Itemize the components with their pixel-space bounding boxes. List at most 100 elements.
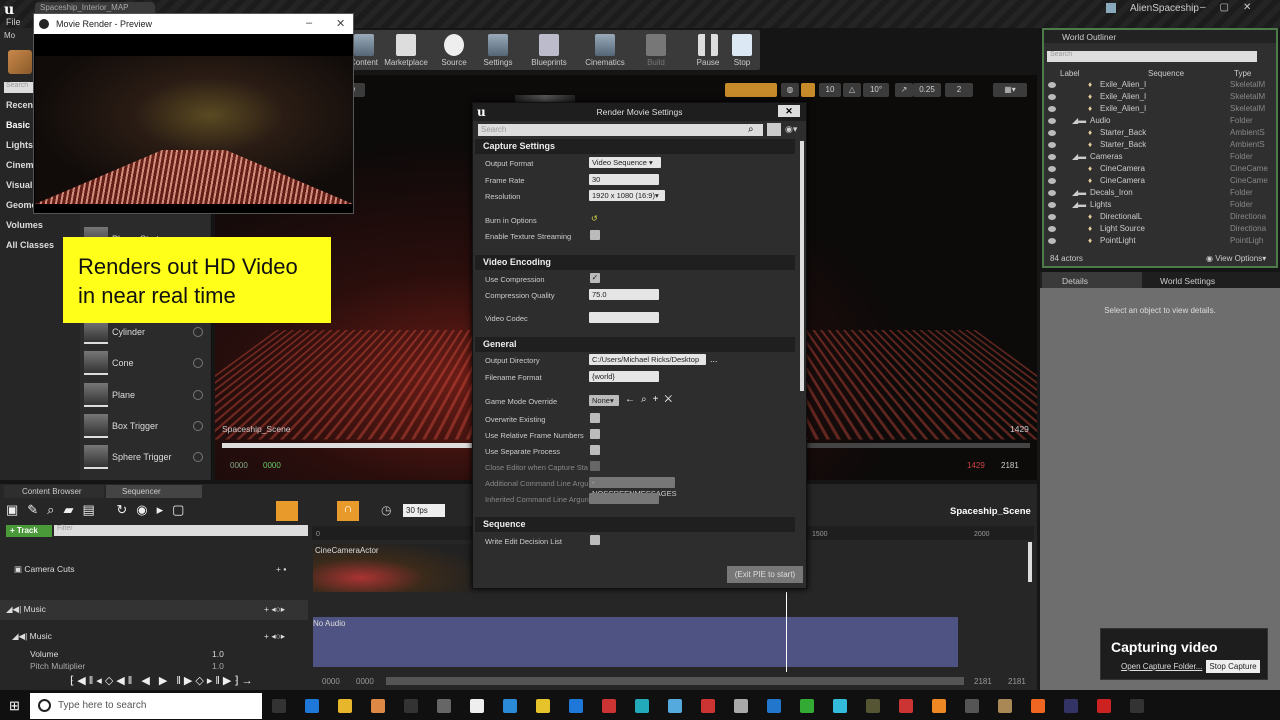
visibility-eye-icon[interactable]: [1048, 214, 1056, 220]
build-button[interactable]: Build: [642, 30, 670, 70]
minimize-button[interactable]: –: [306, 17, 312, 29]
outliner-row[interactable]: ♦ Exile_Alien_I SkeletalM: [1044, 92, 1274, 104]
edl-checkbox[interactable]: [590, 535, 600, 545]
output-directory-input[interactable]: C:/Users/Michael Ricks/Desktop: [589, 354, 706, 365]
world-local-icon[interactable]: ◍: [781, 83, 799, 97]
taskbar-app-icon[interactable]: [1064, 699, 1078, 713]
outliner-row[interactable]: ♦ Light Source Directiona: [1044, 224, 1274, 236]
grid-snap-toggle[interactable]: [801, 83, 815, 97]
track-filter[interactable]: Filter: [54, 525, 308, 536]
visibility-eye-icon[interactable]: [1048, 202, 1056, 208]
visibility-eye-icon[interactable]: [1048, 130, 1056, 136]
help-icon[interactable]: [193, 421, 203, 431]
taskbar-app-icon[interactable]: [272, 699, 286, 713]
track-music[interactable]: ◢◀| Music + ◂○▸: [12, 631, 320, 642]
stop-capture-button[interactable]: Stop Capture: [1206, 660, 1260, 673]
tab-world-settings[interactable]: World Settings: [1146, 276, 1215, 286]
separate-process-checkbox[interactable]: [590, 445, 600, 455]
taskbar-app-icon[interactable]: [899, 699, 913, 713]
eye-view-options-icon[interactable]: ◉▾: [785, 124, 797, 135]
col-label[interactable]: Label: [1060, 69, 1080, 78]
marketplace-button[interactable]: Marketplace: [380, 30, 432, 70]
range-scrollbar[interactable]: [386, 677, 964, 685]
track-volume[interactable]: Volume 1.0: [30, 649, 338, 659]
output-format-dropdown[interactable]: Video Sequence ▾: [589, 157, 661, 168]
taskbar-app-icon[interactable]: [998, 699, 1012, 713]
outliner-row[interactable]: ◢▬ Lights Folder: [1044, 200, 1274, 212]
taskbar-app-icon[interactable]: [800, 699, 814, 713]
tab-sequencer[interactable]: Sequencer: [106, 485, 202, 498]
item-cylinder[interactable]: Cylinder: [84, 320, 209, 346]
transform-tools[interactable]: [725, 83, 777, 97]
visibility-eye-icon[interactable]: [1048, 82, 1056, 88]
use-compression-checkbox[interactable]: ✓: [590, 273, 600, 283]
visibility-eye-icon[interactable]: [1048, 178, 1056, 184]
view-options-button[interactable]: ◉ View Options▾: [1206, 254, 1266, 263]
outliner-row[interactable]: ♦ DirectionalL Directiona: [1044, 212, 1274, 224]
window-controls[interactable]: –▢✕: [1200, 2, 1265, 13]
grid-snap-value[interactable]: 10: [819, 83, 841, 97]
playback-controls[interactable]: ⁅◀‖◂◇◀‖ ◀ ▶ ‖▶◇▸‖▶⁆→: [70, 674, 256, 687]
taskbar-app-icon[interactable]: [965, 699, 979, 713]
visibility-eye-icon[interactable]: [1048, 238, 1056, 244]
rotation-snap-icon[interactable]: △: [843, 83, 861, 97]
key-tool-icon[interactable]: [276, 501, 298, 521]
col-sequence[interactable]: Sequence: [1148, 69, 1184, 78]
tab-details[interactable]: Details: [1042, 272, 1142, 288]
category-lights[interactable]: Lights: [6, 140, 33, 150]
outliner-row[interactable]: ♦ CineCamera CineCame: [1044, 164, 1274, 176]
layout-grid-icon[interactable]: ▦▾: [993, 83, 1027, 97]
burn-in-options-label[interactable]: Burn in Options: [485, 216, 537, 225]
stop-button[interactable]: Stop: [728, 30, 756, 70]
reset-icon[interactable]: ↺: [591, 214, 598, 223]
outliner-title[interactable]: World Outliner: [1062, 32, 1116, 42]
track-music-folder[interactable]: ◢◀| Music + ◂○▸: [6, 604, 314, 615]
taskbar-app-icon[interactable]: [470, 699, 484, 713]
modes-tab[interactable]: Mo: [4, 31, 15, 40]
taskbar-app-icon[interactable]: [1031, 699, 1045, 713]
visibility-eye-icon[interactable]: [1048, 154, 1056, 160]
settings-button[interactable]: Settings: [478, 30, 518, 70]
outliner-row[interactable]: ♦ Exile_Alien_I SkeletalM: [1044, 104, 1274, 116]
game-mode-dropdown[interactable]: None▾: [589, 395, 619, 406]
taskbar-app-icon[interactable]: [734, 699, 748, 713]
outliner-row[interactable]: ◢▬ Audio Folder: [1044, 116, 1274, 128]
taskbar-app-icon[interactable]: [668, 699, 682, 713]
movie-render-preview-window[interactable]: Movie Render - Preview – ✕: [33, 13, 354, 214]
texture-streaming-checkbox[interactable]: [590, 230, 600, 240]
taskbar-app-icon[interactable]: [701, 699, 715, 713]
close-button[interactable]: ✕: [336, 17, 345, 30]
cinematics-button[interactable]: Cinematics: [582, 30, 628, 70]
compression-quality-input[interactable]: 75.0: [589, 289, 659, 300]
taskbar-app-icon[interactable]: [371, 699, 385, 713]
track-pitch[interactable]: Pitch Multiplier 1.0: [30, 661, 338, 671]
filename-format-input[interactable]: {world}: [589, 371, 659, 382]
outliner-row[interactable]: ◢▬ Decals_Iron Folder: [1044, 188, 1274, 200]
taskbar-app-icon[interactable]: [602, 699, 616, 713]
taskbar-app-icon[interactable]: [1097, 699, 1111, 713]
snap-magnet-icon[interactable]: ∩: [337, 501, 359, 521]
menu-file[interactable]: File: [6, 17, 21, 27]
outliner-row[interactable]: ♦ Exile_Alien_I SkeletalM: [1044, 80, 1274, 92]
track-camera-cuts[interactable]: ▣ Camera Cuts + ▪: [14, 564, 322, 575]
category-volumes[interactable]: Volumes: [6, 220, 43, 230]
taskbar-app-icon[interactable]: [932, 699, 946, 713]
resolution-dropdown[interactable]: 1920 x 1080 (16:9)▾: [589, 190, 665, 201]
help-icon[interactable]: [193, 390, 203, 400]
fps-dropdown[interactable]: 30 fps: [403, 504, 445, 517]
visibility-eye-icon[interactable]: [1048, 166, 1056, 172]
modes-search[interactable]: Search: [4, 82, 34, 93]
scrollbar[interactable]: [800, 141, 804, 391]
source-button[interactable]: Source: [436, 30, 472, 70]
taskbar-app-icon[interactable]: [767, 699, 781, 713]
col-type[interactable]: Type: [1234, 69, 1251, 78]
category-basic[interactable]: Basic: [6, 120, 30, 130]
category-visual[interactable]: Visual: [6, 180, 32, 190]
sequencer-toolbar-icons[interactable]: ▣✎⌕▰▤ ↻◉▸▢: [6, 502, 193, 518]
taskbar-app-icon[interactable]: [338, 699, 352, 713]
visibility-eye-icon[interactable]: [1048, 142, 1056, 148]
browse-button[interactable]: ...: [710, 354, 718, 364]
playhead[interactable]: [786, 592, 787, 672]
relative-frames-checkbox[interactable]: [590, 429, 600, 439]
windows-start-icon[interactable]: ⊞: [9, 698, 20, 714]
